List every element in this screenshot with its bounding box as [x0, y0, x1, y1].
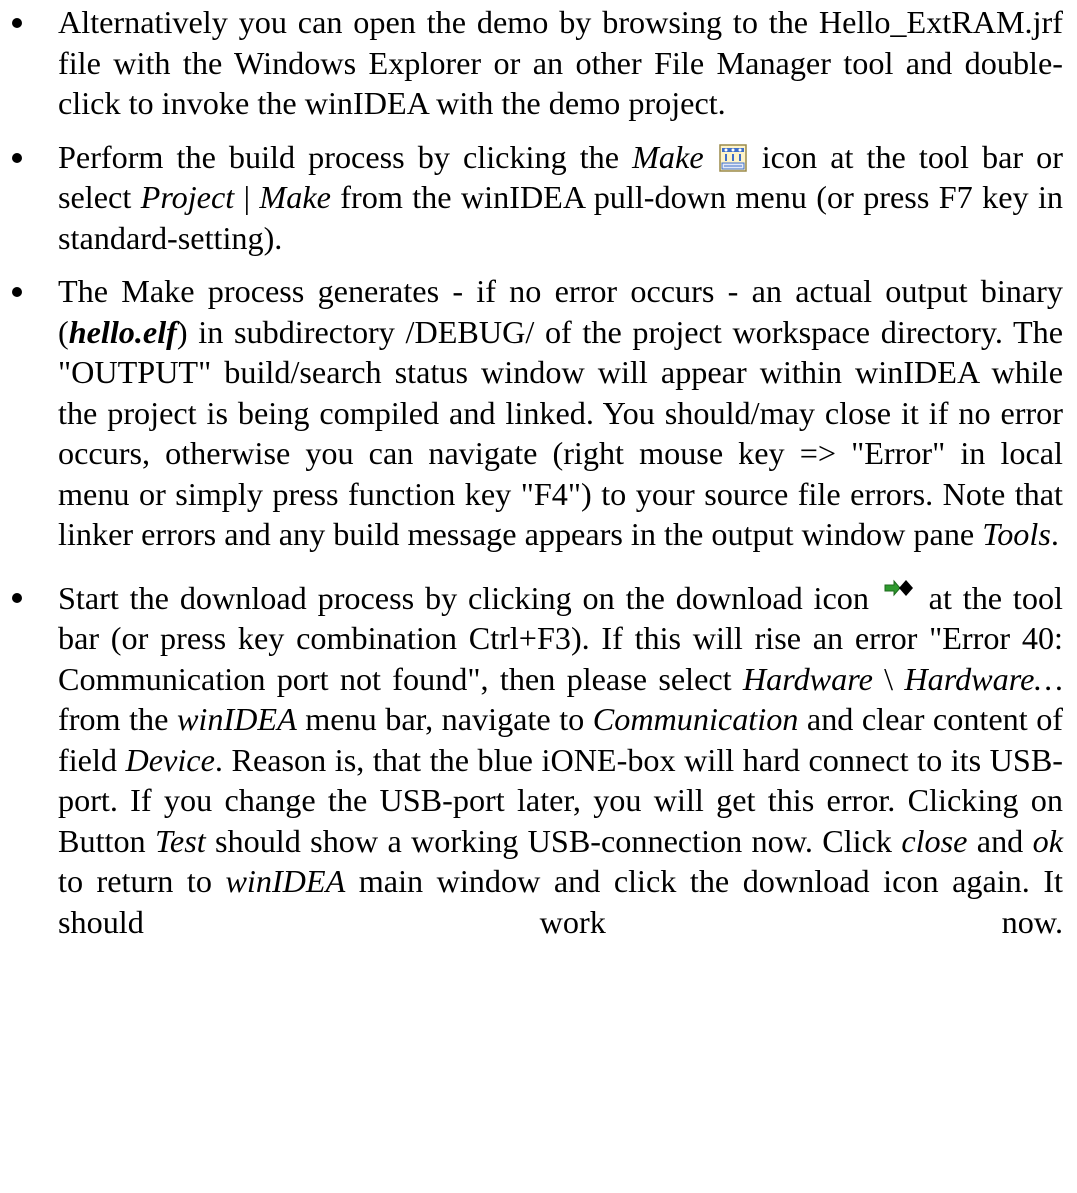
close-term: close [901, 822, 968, 859]
bullet-icon [12, 287, 22, 297]
test-term: Test [154, 822, 206, 859]
text-run: Start the download process by clicking o… [58, 579, 880, 616]
document-page: Alternatively you can open the demo by b… [0, 0, 1077, 942]
text-run: from the [58, 701, 177, 737]
hardware-term: Hardware [742, 660, 873, 697]
list-item: The Make process generates - if no error… [0, 271, 1077, 555]
text-run: Perform the build process by clicking th… [58, 138, 633, 175]
winidea-term: winIDEA [176, 701, 297, 737]
paragraph-text: The Make process generates - if no error… [58, 273, 1063, 552]
text-run: \ [872, 660, 905, 697]
make-term: Make [632, 138, 704, 175]
text-run: and [967, 822, 1033, 859]
hardware-term: Hardware… [904, 660, 1063, 697]
download-arrow-icon [881, 576, 916, 605]
text-run: menu bar, navigate to [296, 701, 593, 737]
text-run: ) in subdirectory /DEBUG/ of the project… [58, 313, 1063, 553]
paragraph-text: Alternatively you can open the demo by b… [58, 4, 1063, 121]
tools-term: Tools [982, 516, 1051, 552]
make-build-icon [718, 143, 747, 172]
communication-term: Communication [592, 701, 799, 737]
bullet-icon [12, 152, 22, 163]
bullet-icon [12, 18, 22, 28]
make-term: Make [259, 179, 331, 215]
bullet-list: Alternatively you can open the demo by b… [0, 2, 1077, 942]
project-term: Project [140, 179, 235, 215]
text-run: to return to [58, 863, 226, 899]
text-run: | [234, 179, 260, 215]
paragraph-text: Start the download process by clicking o… [58, 576, 1063, 940]
list-item: Perform the build process by clicking th… [0, 137, 1077, 259]
text-run: should show a working USB-connection now… [205, 822, 902, 859]
file-name: hello.elf [68, 313, 177, 350]
winidea-term: winIDEA [225, 863, 346, 899]
bullet-icon [12, 592, 22, 603]
paragraph-text: Perform the build process by clicking th… [58, 139, 1063, 256]
list-item: Start the download process by clicking o… [0, 576, 1077, 943]
list-item: Alternatively you can open the demo by b… [0, 2, 1077, 124]
device-term: Device [125, 741, 215, 778]
ok-term: ok [1032, 822, 1063, 859]
text-run: . [1050, 516, 1059, 552]
